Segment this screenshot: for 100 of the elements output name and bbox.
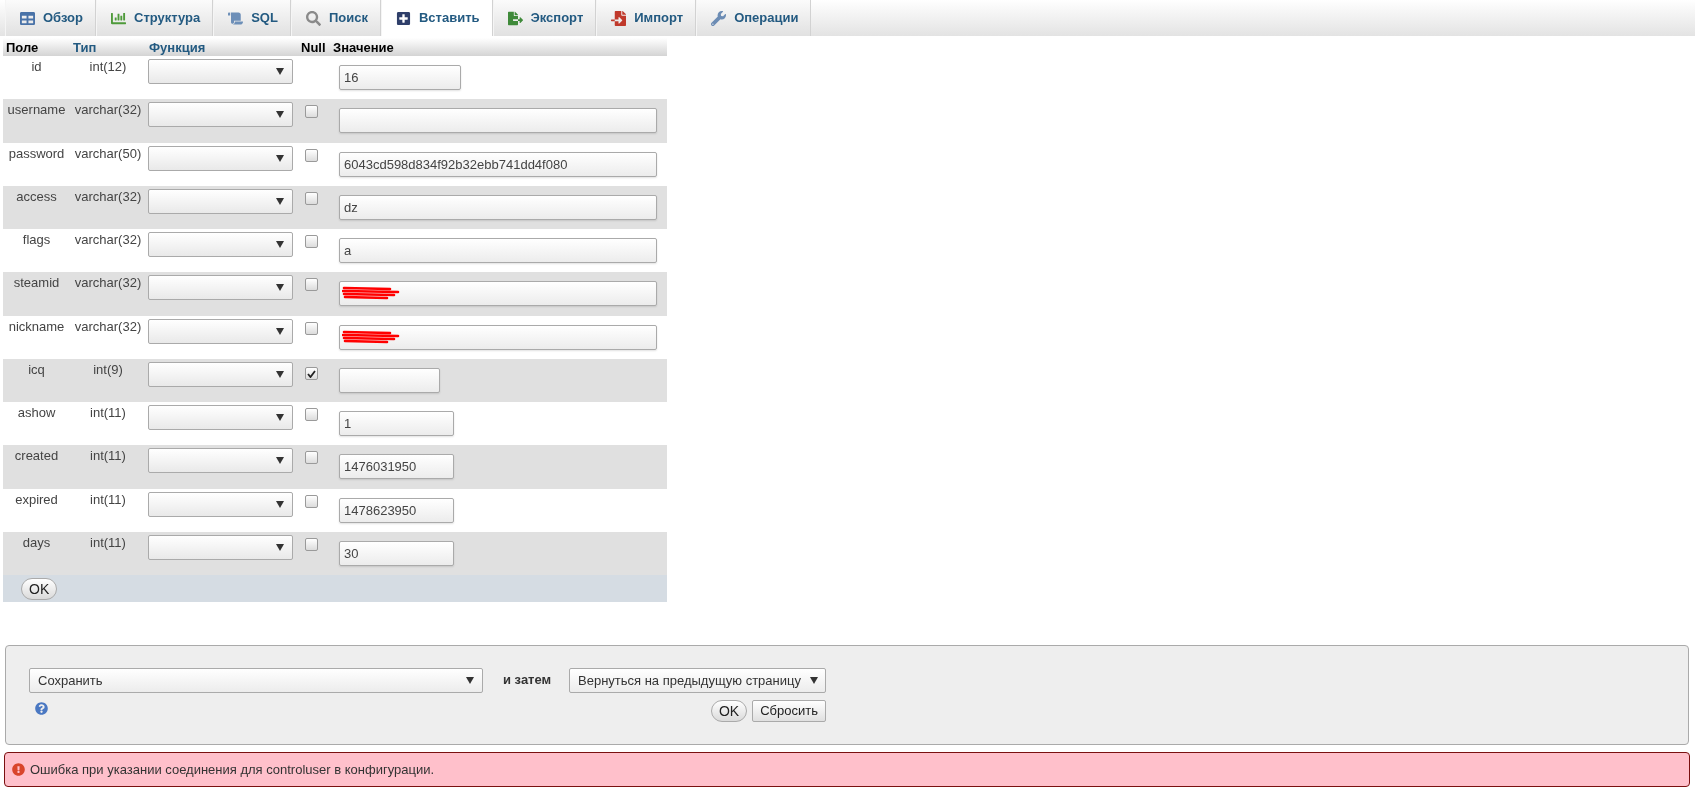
file-arrow-icon (611, 10, 627, 26)
caret-icon (810, 677, 818, 684)
field-name: nickname (8, 318, 65, 334)
column-header: Поле (6, 39, 39, 55)
value-input[interactable] (339, 324, 657, 350)
caret-icon (276, 154, 284, 162)
function-select[interactable] (148, 275, 293, 301)
value-input[interactable] (339, 367, 440, 393)
caret-icon (276, 111, 284, 119)
column-header-link[interactable]: Функция (149, 39, 206, 55)
value-input[interactable]: 1 (339, 411, 454, 436)
caret-icon (276, 457, 284, 465)
function-select[interactable] (148, 361, 293, 387)
function-select[interactable] (148, 145, 293, 171)
field-name: steamid (13, 275, 60, 291)
bar-chart-icon (111, 10, 126, 26)
field-name: created (14, 448, 59, 464)
tab[interactable]: Структура (96, 0, 214, 36)
function-select[interactable] (148, 448, 293, 474)
table-icon (20, 10, 35, 26)
null-checkbox[interactable] (305, 367, 318, 381)
caret-icon (276, 370, 284, 378)
field-type: int(11) (90, 448, 126, 464)
value-input[interactable]: 16 (339, 65, 461, 90)
caret-icon (276, 197, 284, 205)
field-name: username (7, 102, 66, 118)
ok-button[interactable]: OK (21, 577, 58, 600)
column-header-link[interactable]: Тип (73, 39, 97, 55)
value-input[interactable]: a (339, 238, 657, 263)
then-label: и затем (503, 671, 552, 689)
tab[interactable]: Импорт (596, 0, 697, 36)
value-input[interactable]: 1478623950 (339, 497, 454, 523)
field-name: ashow (17, 405, 56, 420)
help-icon[interactable] (35, 702, 48, 715)
error-icon (12, 763, 25, 776)
function-select[interactable] (148, 405, 293, 430)
caret-icon (276, 543, 284, 551)
value-input[interactable] (339, 281, 657, 307)
field-name: access (16, 188, 57, 204)
field-name: flags (22, 232, 51, 247)
check-icon (307, 369, 316, 378)
null-checkbox[interactable] (305, 408, 318, 421)
value-input[interactable]: 1476031950 (339, 454, 454, 480)
field-type: varchar(32) (74, 275, 142, 291)
field-name: password (8, 145, 65, 161)
field-type: varchar(32) (74, 318, 142, 334)
value-input[interactable]: 30 (339, 540, 454, 566)
field-type: int(11) (90, 534, 126, 550)
tab[interactable]: Вставить (380, 0, 493, 36)
value-input[interactable] (339, 108, 657, 134)
field-type: int(11) (90, 491, 126, 507)
null-checkbox[interactable] (305, 537, 318, 551)
field-type: int(11) (90, 405, 126, 420)
field-type: varchar(32) (74, 102, 142, 118)
field-type: varchar(50) (74, 145, 142, 161)
function-select[interactable] (148, 534, 293, 560)
null-checkbox[interactable] (305, 321, 318, 335)
caret-icon (276, 241, 284, 248)
caret-icon (276, 284, 284, 292)
field-name: days (22, 534, 51, 550)
function-select[interactable] (148, 102, 293, 128)
function-select[interactable] (148, 491, 293, 517)
null-checkbox[interactable] (305, 235, 318, 248)
search-icon (305, 10, 321, 26)
null-checkbox[interactable] (305, 105, 318, 119)
null-checkbox[interactable] (305, 278, 318, 292)
ok-button[interactable]: OK (710, 700, 748, 722)
function-select[interactable] (148, 318, 293, 344)
caret-icon (466, 677, 474, 684)
function-select[interactable] (148, 232, 293, 257)
action-select[interactable]: Сохранить (29, 668, 483, 693)
function-select[interactable] (148, 188, 293, 214)
tab[interactable]: Экспорт (492, 0, 597, 36)
null-checkbox[interactable] (305, 451, 318, 465)
file-arrow-icon (507, 10, 523, 26)
caret-icon (276, 500, 284, 508)
value-input[interactable]: 6043cd598d834f92b32ebb741dd4f080 (339, 151, 657, 177)
after-action-select[interactable]: Вернуться на предыдущую страницу (569, 668, 826, 693)
field-name: id (31, 59, 42, 74)
caret-icon (276, 414, 284, 421)
tab[interactable]: Операции (696, 0, 812, 36)
null-checkbox[interactable] (305, 191, 318, 205)
field-type: varchar(32) (74, 188, 142, 204)
caret-icon (276, 68, 284, 75)
tab[interactable]: SQL (213, 0, 291, 36)
field-type: varchar(32) (74, 232, 142, 247)
value-input[interactable]: dz (339, 194, 657, 220)
null-checkbox[interactable] (305, 148, 318, 162)
column-header: Значение (333, 39, 394, 55)
column-header: Null (301, 39, 326, 55)
field-name: icq (28, 361, 45, 377)
tab[interactable]: Поиск (290, 0, 381, 36)
field-type: int(12) (89, 59, 127, 74)
function-select[interactable] (148, 59, 293, 84)
wrench-icon (711, 10, 727, 26)
reset-button[interactable]: Сбросить (752, 700, 826, 722)
tab[interactable]: Обзор (5, 0, 96, 36)
scroll-icon (228, 10, 244, 26)
null-checkbox[interactable] (305, 494, 318, 508)
error-message: Ошибка при указании соединения для controluser в конфигурации. (30, 760, 435, 779)
